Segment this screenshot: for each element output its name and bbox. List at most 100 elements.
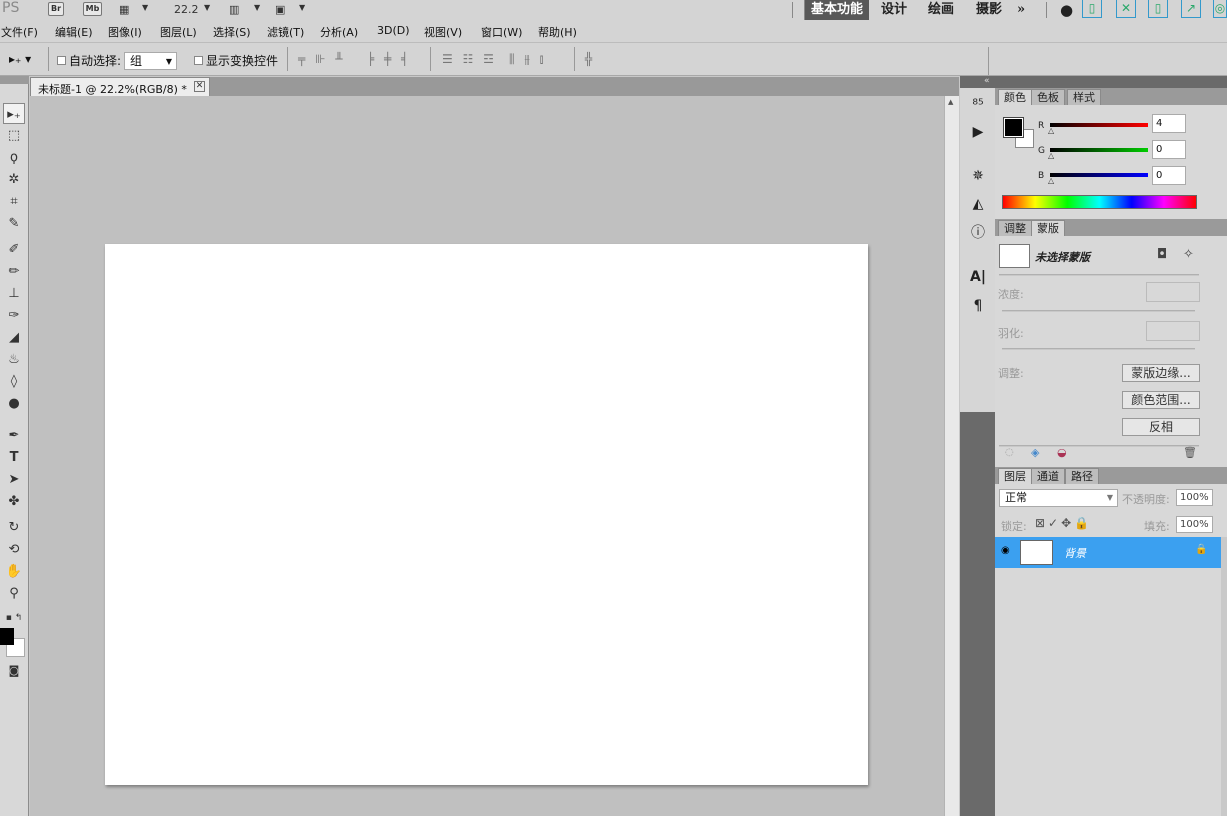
green-value-input[interactable]: 0 bbox=[1152, 140, 1186, 159]
vector-mask-icon[interactable]: ✧ bbox=[1183, 247, 1194, 262]
layer-row-background[interactable]: ◉ 背景 🔒 bbox=[995, 537, 1221, 568]
mini-bridge-button[interactable]: Mb bbox=[83, 2, 102, 16]
menu-3d[interactable]: 3D(D) bbox=[377, 24, 410, 37]
tab-adjustments[interactable]: 调整 bbox=[998, 220, 1032, 236]
auto-align-icon[interactable]: ╬ bbox=[585, 52, 595, 66]
fill-input[interactable]: 100% bbox=[1176, 516, 1213, 533]
brush-tool-icon[interactable]: ✏ bbox=[3, 261, 25, 282]
marquee-tool-icon[interactable]: ⬚ bbox=[3, 125, 25, 146]
workspace-photography[interactable]: 摄影 bbox=[976, 0, 1002, 20]
workspace-design[interactable]: 设计 bbox=[881, 0, 907, 20]
tools-panel-header[interactable] bbox=[0, 76, 29, 84]
mask-edge-button[interactable]: 蒙版边缘... bbox=[1122, 364, 1200, 382]
shrink-icon[interactable]: ✕ bbox=[1116, 0, 1136, 18]
menu-select[interactable]: 选择(S) bbox=[213, 24, 251, 40]
character-panel-icon[interactable]: A| bbox=[968, 267, 988, 287]
color-range-button[interactable]: 颜色范围... bbox=[1122, 391, 1200, 409]
chevron-down-icon[interactable]: ▼ bbox=[204, 3, 210, 12]
info-panel-icon[interactable]: ⓘ bbox=[968, 223, 988, 243]
menu-view[interactable]: 视图(V) bbox=[424, 24, 462, 40]
quick-mask-icon[interactable]: ◙ bbox=[3, 660, 25, 681]
workspace-painting[interactable]: 绘画 bbox=[928, 0, 954, 20]
export-icon[interactable]: ↗ bbox=[1181, 0, 1201, 18]
auto-select-dropdown[interactable]: 组 ▼ bbox=[124, 52, 177, 70]
arrange-documents-icon[interactable]: ▥ bbox=[229, 3, 239, 16]
move-tool-preset-icon[interactable]: ▸₊ ▾ bbox=[9, 52, 31, 66]
clone-stamp-tool-icon[interactable]: ⊥ bbox=[3, 283, 25, 304]
paint-bucket-tool-icon[interactable]: ♨ bbox=[3, 349, 25, 370]
scroll-up-icon[interactable]: ▲ bbox=[948, 98, 953, 106]
chevron-down-icon[interactable]: ▼ bbox=[142, 3, 148, 12]
custom-shape-tool-icon[interactable]: ✤ bbox=[3, 491, 25, 512]
screen-mode-icon[interactable]: ▣ bbox=[275, 3, 285, 16]
lock-icons[interactable]: ⊠✓✥🔒 bbox=[1035, 516, 1092, 530]
layers-scrollbar[interactable] bbox=[1221, 537, 1227, 816]
close-icon[interactable]: ✕ bbox=[194, 81, 205, 92]
healing-brush-tool-icon[interactable]: ✐ bbox=[3, 239, 25, 260]
menu-window[interactable]: 窗口(W) bbox=[481, 24, 522, 40]
red-value-input[interactable]: 4 bbox=[1152, 114, 1186, 133]
menu-layer[interactable]: 图层(L) bbox=[160, 24, 197, 40]
histogram-panel-icon[interactable]: ◭ bbox=[968, 194, 988, 214]
blue-slider[interactable] bbox=[1050, 173, 1148, 177]
green-slider-thumb[interactable]: △ bbox=[1048, 151, 1054, 160]
tab-masks[interactable]: 蒙版 bbox=[1031, 220, 1065, 236]
move-tool-icon[interactable]: ▸₊ bbox=[3, 103, 25, 124]
blend-mode-dropdown[interactable]: 正常 ▼ bbox=[999, 489, 1118, 507]
lasso-tool-icon[interactable]: ϙ bbox=[3, 147, 25, 168]
3d-orbit-tool-icon[interactable]: ⟲ bbox=[3, 539, 25, 560]
quick-selection-tool-icon[interactable]: ✲ bbox=[3, 169, 25, 190]
navigator-panel-icon[interactable]: ✵ bbox=[968, 166, 988, 186]
blue-value-input[interactable]: 0 bbox=[1152, 166, 1186, 185]
foreground-color-swatch[interactable] bbox=[1003, 117, 1024, 138]
chevron-down-icon[interactable]: ▼ bbox=[254, 3, 260, 12]
invert-button[interactable]: 反相 bbox=[1122, 418, 1200, 436]
density-input[interactable] bbox=[1146, 282, 1200, 302]
collapse-panels-icon[interactable]: « bbox=[984, 76, 990, 86]
load-selection-icon[interactable]: ◌ bbox=[1005, 447, 1014, 458]
bridge-button[interactable]: Br bbox=[48, 2, 64, 16]
feather-slider[interactable] bbox=[1002, 348, 1195, 350]
menu-image[interactable]: 图像(I) bbox=[108, 24, 142, 40]
dodge-tool-icon[interactable]: ● bbox=[3, 393, 25, 414]
menu-filter[interactable]: 滤镜(T) bbox=[267, 24, 304, 40]
opacity-input[interactable]: 100% bbox=[1176, 489, 1213, 506]
3d-rotate-tool-icon[interactable]: ↻ bbox=[3, 517, 25, 538]
save-icon[interactable]: ▯ bbox=[1148, 0, 1168, 18]
red-slider-thumb[interactable]: △ bbox=[1048, 126, 1054, 135]
tab-channels[interactable]: 通道 bbox=[1031, 468, 1065, 484]
zoom-tool-icon[interactable]: ⚲ bbox=[3, 583, 25, 604]
paragraph-panel-icon[interactable]: ¶ bbox=[968, 296, 988, 316]
actions-panel-icon[interactable]: ▶ bbox=[968, 122, 988, 142]
close-window-icon[interactable]: ◎ bbox=[1213, 0, 1227, 18]
menu-file[interactable]: 文件(F) bbox=[1, 24, 38, 40]
blur-tool-icon[interactable]: ◊ bbox=[3, 371, 25, 392]
tab-layers[interactable]: 图层 bbox=[998, 468, 1032, 484]
auto-select-checkbox[interactable] bbox=[57, 56, 66, 65]
more-workspaces-button[interactable]: » bbox=[1017, 0, 1025, 20]
show-transform-checkbox[interactable] bbox=[194, 56, 203, 65]
document-canvas[interactable] bbox=[105, 244, 868, 785]
blue-slider-thumb[interactable]: △ bbox=[1048, 176, 1054, 185]
tab-swatches[interactable]: 色板 bbox=[1031, 89, 1065, 105]
apply-mask-icon[interactable]: ◈ bbox=[1031, 446, 1039, 459]
history-panel-icon[interactable]: ⁸⁵ bbox=[968, 95, 988, 115]
disable-mask-icon[interactable]: ◒ bbox=[1057, 446, 1067, 459]
density-slider[interactable] bbox=[1002, 310, 1195, 312]
eye-icon[interactable]: ◉ bbox=[1001, 545, 1010, 556]
red-slider[interactable] bbox=[1050, 123, 1148, 127]
trash-icon[interactable]: 🗑 bbox=[1183, 446, 1197, 459]
hand-tool-icon[interactable]: ✋ bbox=[3, 561, 25, 582]
crop-tool-icon[interactable]: ⌗ bbox=[3, 191, 25, 212]
feather-input[interactable] bbox=[1146, 321, 1200, 341]
tab-paths[interactable]: 路径 bbox=[1065, 468, 1099, 484]
zoom-level[interactable]: 22.2 bbox=[174, 3, 199, 16]
path-selection-tool-icon[interactable]: ➤ bbox=[3, 469, 25, 490]
cs-live-icon[interactable]: ● bbox=[1060, 0, 1073, 20]
dock-header[interactable] bbox=[995, 76, 1227, 88]
menu-edit[interactable]: 编辑(E) bbox=[55, 24, 93, 40]
tab-styles[interactable]: 样式 bbox=[1067, 89, 1101, 105]
align-horizontal-icons[interactable]: ╞ ╪ ╡ bbox=[367, 52, 411, 66]
menu-help[interactable]: 帮助(H) bbox=[538, 24, 577, 40]
align-vertical-icons[interactable]: ╤ ⊪ ╨ bbox=[298, 52, 346, 66]
